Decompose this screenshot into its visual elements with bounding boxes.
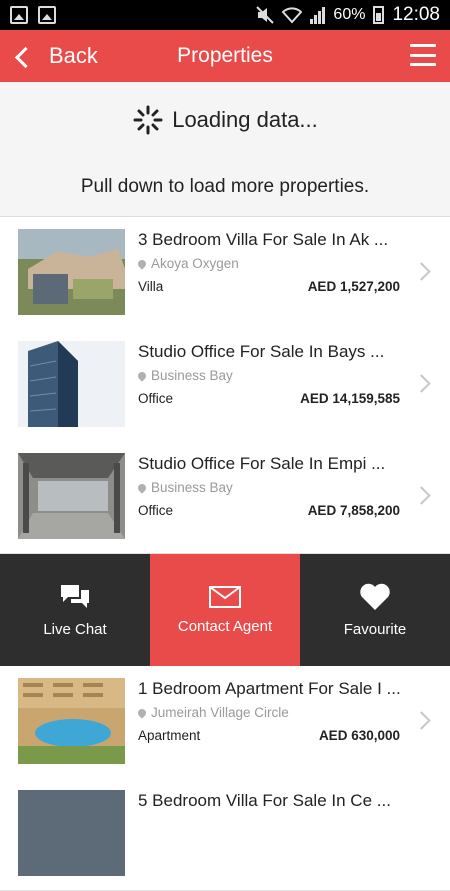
property-location: Business Bay (136, 368, 233, 383)
wifi-icon (282, 7, 303, 24)
property-thumbnail (18, 678, 125, 764)
chevron-right-icon (412, 711, 431, 730)
location-text: Akoya Oxygen (151, 256, 239, 271)
battery-icon (373, 6, 385, 24)
property-thumbnail (18, 229, 125, 315)
chevron-right-icon (412, 486, 431, 505)
property-price: AED 630,000 (318, 728, 400, 743)
app-header: Properties Back (0, 30, 450, 82)
back-label: Back (49, 43, 98, 68)
envelope-icon (209, 585, 241, 608)
gallery-notification-icon (10, 6, 28, 24)
loading-indicator: Loading data... (0, 104, 450, 136)
loading-text: Loading data... (172, 107, 318, 132)
property-type: Villa (138, 279, 164, 294)
hamburger-line (410, 53, 436, 57)
property-price: AED 14,159,585 (300, 391, 400, 406)
property-location: Akoya Oxygen (136, 256, 239, 271)
property-row[interactable]: 5 Bedroom Villa For Sale In Ce ... (0, 778, 450, 891)
mute-icon (256, 6, 275, 24)
property-row[interactable]: Studio Office For Sale In Bays ... Busin… (0, 329, 450, 442)
property-title: 1 Bedroom Apartment For Sale I ... (138, 679, 401, 698)
menu-button[interactable] (410, 44, 436, 66)
clock: 12:08 (392, 4, 440, 25)
property-type: Office (138, 391, 174, 406)
property-location: Business Bay (136, 480, 233, 495)
live-chat-label: Live Chat (43, 620, 107, 638)
chat-bubbles-icon (61, 584, 89, 608)
heart-icon (360, 583, 390, 610)
property-type: Office (138, 503, 174, 518)
location-pin-icon (136, 481, 148, 494)
property-row[interactable]: 1 Bedroom Apartment For Sale I ... Jumei… (0, 666, 450, 779)
hamburger-line (410, 44, 436, 47)
spinner-icon (133, 105, 163, 135)
property-type: Apartment (138, 728, 201, 743)
location-pin-icon (136, 706, 148, 719)
back-button[interactable]: Back (14, 30, 98, 82)
property-title: 3 Bedroom Villa For Sale In Ak ... (138, 230, 389, 249)
status-bar: 60% 12:08 (0, 0, 450, 30)
property-price: AED 1,527,200 (307, 279, 400, 294)
location-pin-icon (136, 369, 148, 382)
property-title: 5 Bedroom Villa For Sale In Ce ... (138, 791, 391, 810)
location-pin-icon (136, 257, 148, 270)
property-thumbnail (18, 453, 125, 539)
property-row[interactable]: 3 Bedroom Villa For Sale In Ak ... Akoya… (0, 217, 450, 330)
signal-icon (310, 6, 326, 24)
pull-to-refresh-area[interactable]: Loading data... Pull down to load more p… (0, 82, 450, 217)
property-title: Studio Office For Sale In Bays ... (138, 342, 385, 361)
location-text: Business Bay (151, 480, 233, 495)
battery-percent: 60% (333, 6, 366, 23)
property-thumbnail (18, 790, 125, 876)
contact-agent-button[interactable]: Contact Agent (150, 554, 300, 666)
location-text: Business Bay (151, 368, 233, 383)
screenshot-notification-icon (38, 6, 56, 24)
pull-hint: Pull down to load more properties. (80, 176, 370, 197)
listing-action-bar: Live Chat Contact Agent Favourite (0, 554, 450, 666)
location-text: Jumeirah Village Circle (151, 705, 289, 720)
live-chat-button[interactable]: Live Chat (0, 554, 150, 666)
chevron-right-icon (412, 374, 431, 393)
favourite-label: Favourite (343, 620, 407, 638)
property-title: Studio Office For Sale In Empi ... (138, 454, 386, 473)
favourite-button[interactable]: Favourite (300, 554, 450, 666)
chevron-left-icon (14, 46, 37, 68)
property-thumbnail (18, 341, 125, 427)
property-row[interactable]: Studio Office For Sale In Empi ... Busin… (0, 441, 450, 554)
hamburger-line (410, 63, 436, 66)
property-price: AED 7,858,200 (307, 503, 400, 518)
chevron-right-icon (412, 262, 431, 281)
contact-agent-label: Contact Agent (177, 617, 273, 635)
property-location: Jumeirah Village Circle (136, 705, 289, 720)
